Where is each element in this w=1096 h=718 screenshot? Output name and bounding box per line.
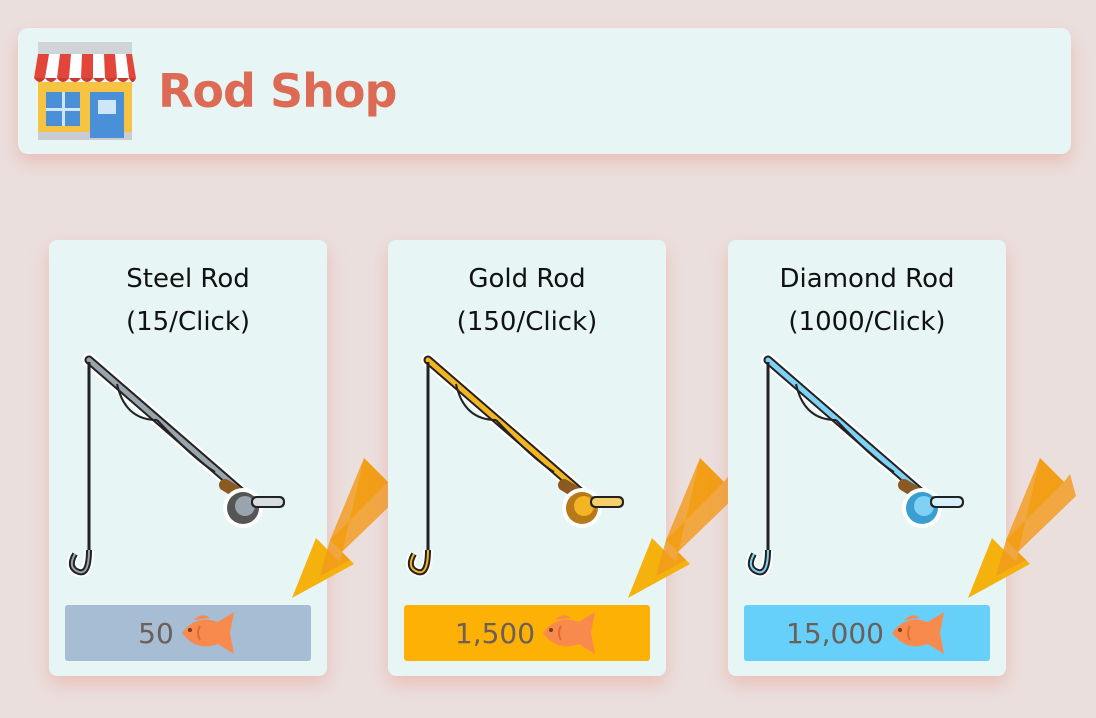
rod-rate: (1000/Click)	[788, 307, 946, 337]
rod-title: Gold Rod (150/Click)	[388, 258, 666, 344]
fishing-rod-icon	[405, 353, 624, 578]
rod-card-diamond: Diamond Rod (1000/Click) 15,000	[728, 240, 1006, 676]
buy-steel-rod-button[interactable]: 50	[65, 605, 311, 661]
fish-icon	[181, 612, 234, 654]
rod-card-steel: Steel Rod (15/Click) 50	[49, 240, 327, 676]
fish-icon	[891, 612, 944, 654]
rod-card-gold: Gold Rod (150/Click) 1,500	[388, 240, 666, 676]
price-label: 50	[138, 616, 174, 650]
rod-rate: (150/Click)	[456, 307, 598, 337]
rod-name: Steel Rod	[126, 264, 250, 294]
buy-gold-rod-button[interactable]: 1,500	[404, 605, 650, 661]
rod-name: Gold Rod	[468, 264, 586, 294]
rod-title: Steel Rod (15/Click)	[49, 258, 327, 344]
fishing-rod-icon	[66, 353, 285, 578]
rod-name: Diamond Rod	[779, 264, 955, 294]
shop-icon	[34, 42, 136, 140]
price-label: 1,500	[454, 616, 536, 650]
down-left-arrow-icon	[292, 458, 400, 598]
fish-icon	[543, 612, 596, 654]
down-left-arrow-icon	[628, 458, 736, 598]
buy-diamond-rod-button[interactable]: 15,000	[744, 605, 990, 661]
page-title: Rod Shop	[158, 64, 397, 118]
rod-rate: (15/Click)	[125, 307, 251, 337]
shop-header: Rod Shop	[18, 28, 1071, 154]
down-left-arrow-icon	[968, 458, 1076, 598]
rod-title: Diamond Rod (1000/Click)	[728, 258, 1006, 344]
fishing-rod-icon	[745, 353, 964, 578]
price-label: 15,000	[786, 616, 884, 650]
